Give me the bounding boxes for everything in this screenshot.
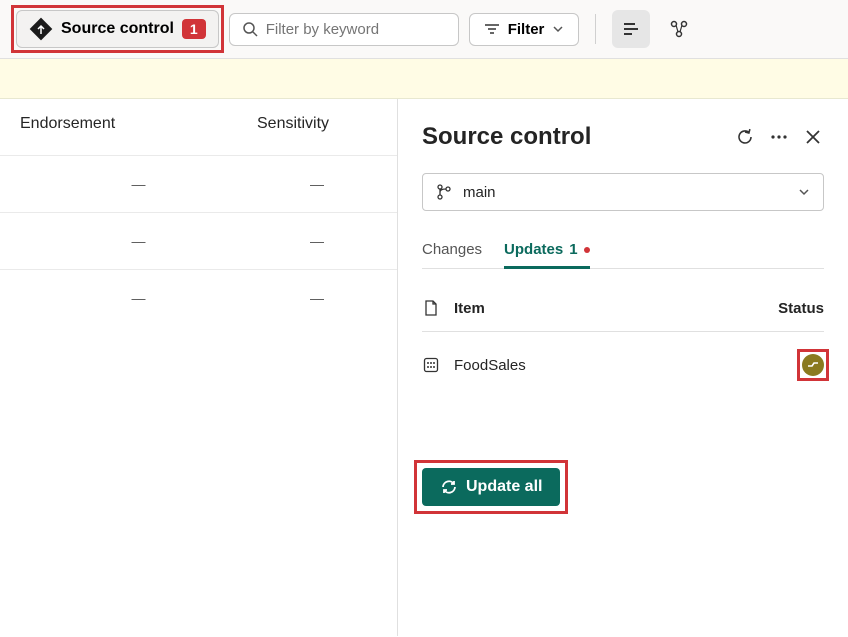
updates-indicator-dot <box>584 247 590 253</box>
status-column-header: Status <box>778 300 824 317</box>
search-box[interactable] <box>229 13 459 46</box>
table-row[interactable]: — — <box>0 269 397 326</box>
filter-label: Filter <box>508 21 545 38</box>
close-button[interactable] <box>802 126 824 148</box>
sensitivity-cell: — <box>257 290 377 306</box>
endorsement-cell: — <box>20 290 257 306</box>
column-header-sensitivity[interactable]: Sensitivity <box>257 115 377 133</box>
dataset-icon <box>422 356 442 374</box>
endorsement-cell: — <box>20 176 257 192</box>
toolbar-divider <box>595 14 596 44</box>
item-row[interactable]: FoodSales <box>422 332 824 398</box>
branch-icon <box>435 183 453 201</box>
table-row[interactable]: — — <box>0 212 397 269</box>
item-list-header: Item Status <box>422 299 824 332</box>
panel-tabs: Changes Updates 1 <box>422 235 824 269</box>
branch-name: main <box>463 184 787 201</box>
panel-title: Source control <box>422 123 722 151</box>
filter-icon <box>484 21 500 37</box>
source-control-label: Source control <box>61 20 174 38</box>
source-control-button[interactable]: Source control 1 <box>16 10 219 48</box>
search-input[interactable] <box>266 21 465 38</box>
source-control-badge: 1 <box>182 19 206 39</box>
items-grid: Endorsement Sensitivity — — — — — — <box>0 99 398 636</box>
column-header-endorsement[interactable]: Endorsement <box>20 115 257 133</box>
file-icon <box>422 299 442 317</box>
lineage-view-button[interactable] <box>660 10 698 48</box>
refresh-button[interactable] <box>734 126 756 148</box>
sensitivity-cell: — <box>257 176 377 192</box>
branch-select[interactable]: main <box>422 173 824 211</box>
update-all-highlight <box>414 460 568 514</box>
source-control-diamond-icon <box>29 17 53 41</box>
more-options-button[interactable] <box>768 126 790 148</box>
source-control-panel: Source control main Changes <box>398 99 848 636</box>
item-column-header: Item <box>454 300 766 317</box>
status-highlight <box>797 349 829 381</box>
filter-button[interactable]: Filter <box>469 13 580 46</box>
list-icon <box>621 19 641 39</box>
table-row[interactable]: — — <box>0 155 397 212</box>
item-name: FoodSales <box>454 357 782 374</box>
endorsement-cell: — <box>20 233 257 249</box>
search-icon <box>242 21 258 37</box>
chevron-down-icon <box>552 23 564 35</box>
chevron-down-icon <box>797 185 811 199</box>
top-toolbar: Source control 1 Filter <box>0 0 848 59</box>
sensitivity-cell: — <box>257 233 377 249</box>
notification-band <box>0 59 848 99</box>
lineage-icon <box>669 19 689 39</box>
tab-changes[interactable]: Changes <box>422 235 482 268</box>
tab-updates[interactable]: Updates 1 <box>504 235 590 268</box>
list-view-button[interactable] <box>612 10 650 48</box>
